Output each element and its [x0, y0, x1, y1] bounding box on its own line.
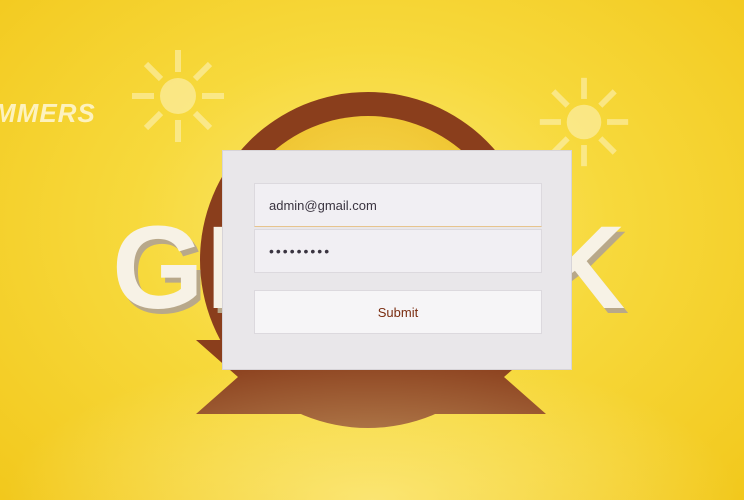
sunburst-left-icon — [132, 50, 224, 142]
background-haze — [0, 350, 744, 500]
login-card: Submit — [222, 150, 572, 370]
email-field[interactable] — [254, 183, 542, 227]
banner-text-fragment: MMERS — [0, 98, 96, 128]
password-field[interactable] — [254, 229, 542, 273]
submit-button[interactable]: Submit — [254, 290, 542, 334]
